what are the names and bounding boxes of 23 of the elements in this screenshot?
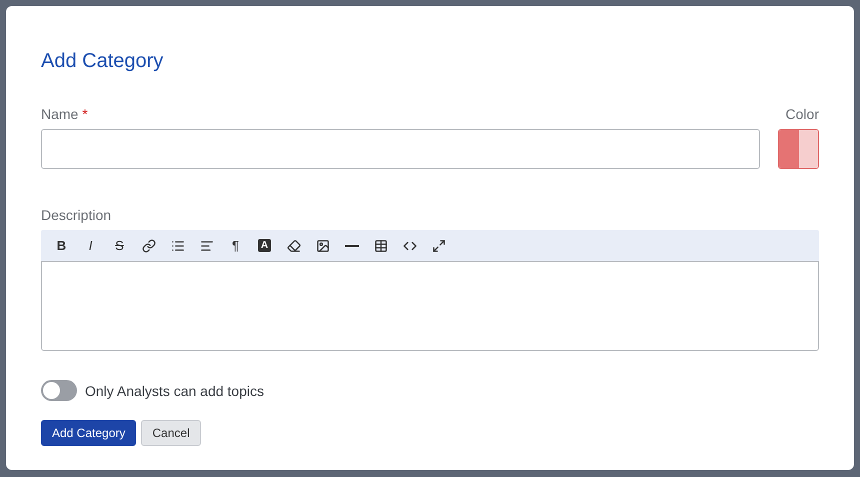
toggle-label: Only Analysts can add topics bbox=[85, 382, 264, 398]
cancel-button[interactable]: Cancel bbox=[141, 420, 201, 446]
text-color-button[interactable]: A bbox=[250, 232, 279, 258]
align-icon bbox=[200, 238, 214, 252]
italic-button[interactable]: I bbox=[76, 232, 105, 258]
color-label: Color bbox=[786, 106, 819, 122]
dialog-title: Add Category bbox=[41, 50, 164, 73]
description-label: Description bbox=[41, 207, 112, 223]
expand-icon bbox=[432, 238, 446, 252]
horizontal-rule-icon bbox=[344, 244, 358, 246]
toggle-switch[interactable] bbox=[41, 380, 77, 401]
bold-button[interactable]: B bbox=[47, 232, 76, 258]
add-category-button[interactable]: Add Category bbox=[41, 420, 136, 446]
image-icon bbox=[316, 238, 330, 252]
name-label: Name * bbox=[41, 106, 88, 122]
name-field[interactable] bbox=[41, 129, 760, 169]
color-swatch[interactable] bbox=[778, 129, 819, 169]
eraser-icon bbox=[286, 238, 300, 252]
paragraph-button[interactable]: ¶ bbox=[221, 232, 250, 258]
strikethrough-button[interactable]: S bbox=[105, 232, 134, 258]
table-icon bbox=[374, 238, 388, 252]
link-icon bbox=[142, 238, 156, 252]
list-icon bbox=[170, 238, 184, 252]
